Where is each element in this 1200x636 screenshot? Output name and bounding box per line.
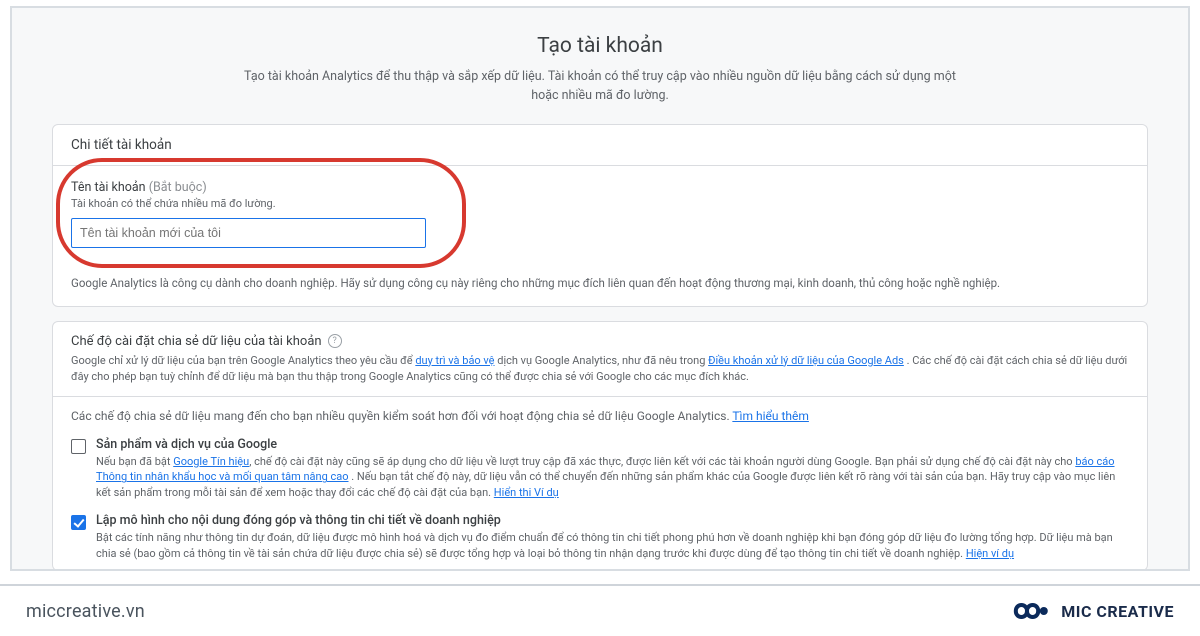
- data-sharing-card: Chế độ cài đặt chia sẻ dữ liệu của tài k…: [52, 321, 1148, 572]
- control-note: Các chế độ chia sẻ dữ liệu mang đến cho …: [53, 397, 1147, 433]
- google-signals-link[interactable]: Google Tín hiệu: [173, 455, 249, 468]
- page-title: Tạo tài khoản: [12, 34, 1188, 58]
- learn-more-link[interactable]: Tìm hiểu thêm: [732, 409, 809, 423]
- footer-domain: miccreative.vn: [26, 601, 145, 622]
- brand-name: MIC CREATIVE: [1061, 602, 1174, 621]
- option-desc-0: Nếu bạn đã bật Google Tín hiệu, chế độ c…: [96, 454, 1129, 502]
- option-desc-1: Bật các tính năng như thông tin dự đoán,…: [96, 530, 1129, 562]
- account-details-card: Chi tiết tài khoản Tên tài khoản (Bắt bu…: [52, 124, 1148, 307]
- account-name-input[interactable]: [71, 218, 426, 248]
- maintain-link[interactable]: duy trì và bảo vệ: [415, 354, 494, 367]
- account-details-header: Chi tiết tài khoản: [53, 125, 1147, 166]
- brand-block: MIC CREATIVE: [1011, 596, 1174, 626]
- terms-link[interactable]: Điều khoản xử lý dữ liệu của Google Ads: [708, 354, 904, 367]
- brand-logo-icon: [1011, 596, 1051, 626]
- show-example-link-0[interactable]: Hiển thị Ví dụ: [494, 486, 559, 499]
- option-title-1: Lập mô hình cho nội dung đóng góp và thô…: [96, 513, 1129, 528]
- business-note: Google Analytics là công cụ dành cho doa…: [53, 264, 1147, 306]
- option-google-products: Sản phẩm và dịch vụ của Google Nếu bạn đ…: [53, 433, 1147, 510]
- checkbox-google-products[interactable]: [71, 439, 86, 454]
- show-example-link-1[interactable]: Hiện ví dụ: [966, 547, 1014, 560]
- account-name-label: Tên tài khoản (Bắt buộc): [71, 180, 1129, 195]
- help-icon[interactable]: ?: [328, 334, 342, 348]
- account-name-help: Tài khoản có thể chứa nhiều mã đo lường.: [71, 197, 1129, 210]
- footer-bar: miccreative.vn MIC CREATIVE: [0, 584, 1200, 636]
- option-title-0: Sản phẩm và dịch vụ của Google: [96, 437, 1129, 452]
- sharing-description: Google chỉ xử lý dữ liệu của bạn trên Go…: [53, 353, 1147, 396]
- page-subtitle: Tạo tài khoản Analytics để thu thập và s…: [240, 68, 960, 106]
- sharing-title: Chế độ cài đặt chia sẻ dữ liệu của tài k…: [71, 334, 322, 349]
- checkbox-business-insights[interactable]: [71, 515, 86, 530]
- option-business-insights: Lập mô hình cho nội dung đóng góp và thô…: [53, 509, 1147, 570]
